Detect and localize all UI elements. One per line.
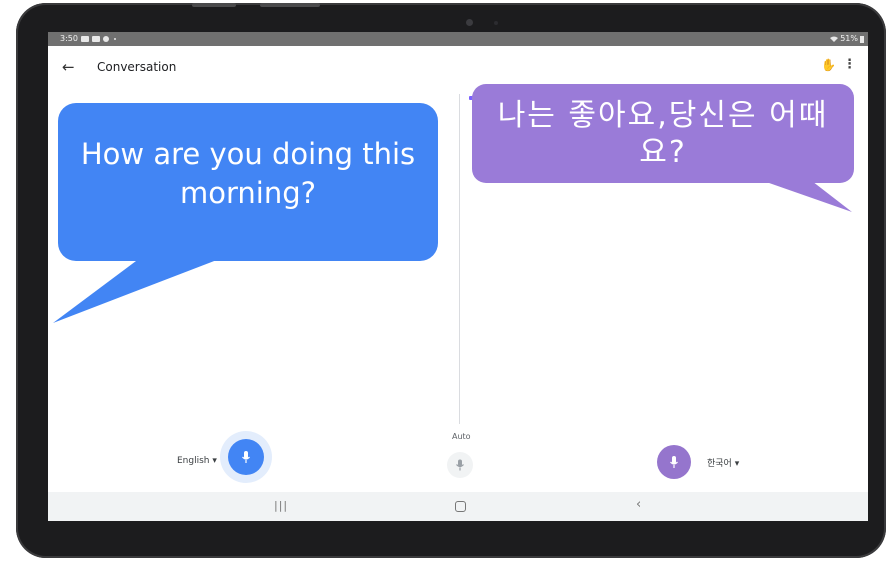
korean-callout-text: 나는 좋아요,당신은 어때요? (497, 97, 829, 170)
korean-callout: 나는 좋아요,당신은 어때요? (472, 84, 854, 183)
english-callout-text: How are you doing this morning? (80, 137, 416, 210)
english-callout: How are you doing this morning? (58, 103, 438, 261)
blue-callout-tail (53, 258, 222, 323)
purple-callout-tail (755, 178, 852, 212)
